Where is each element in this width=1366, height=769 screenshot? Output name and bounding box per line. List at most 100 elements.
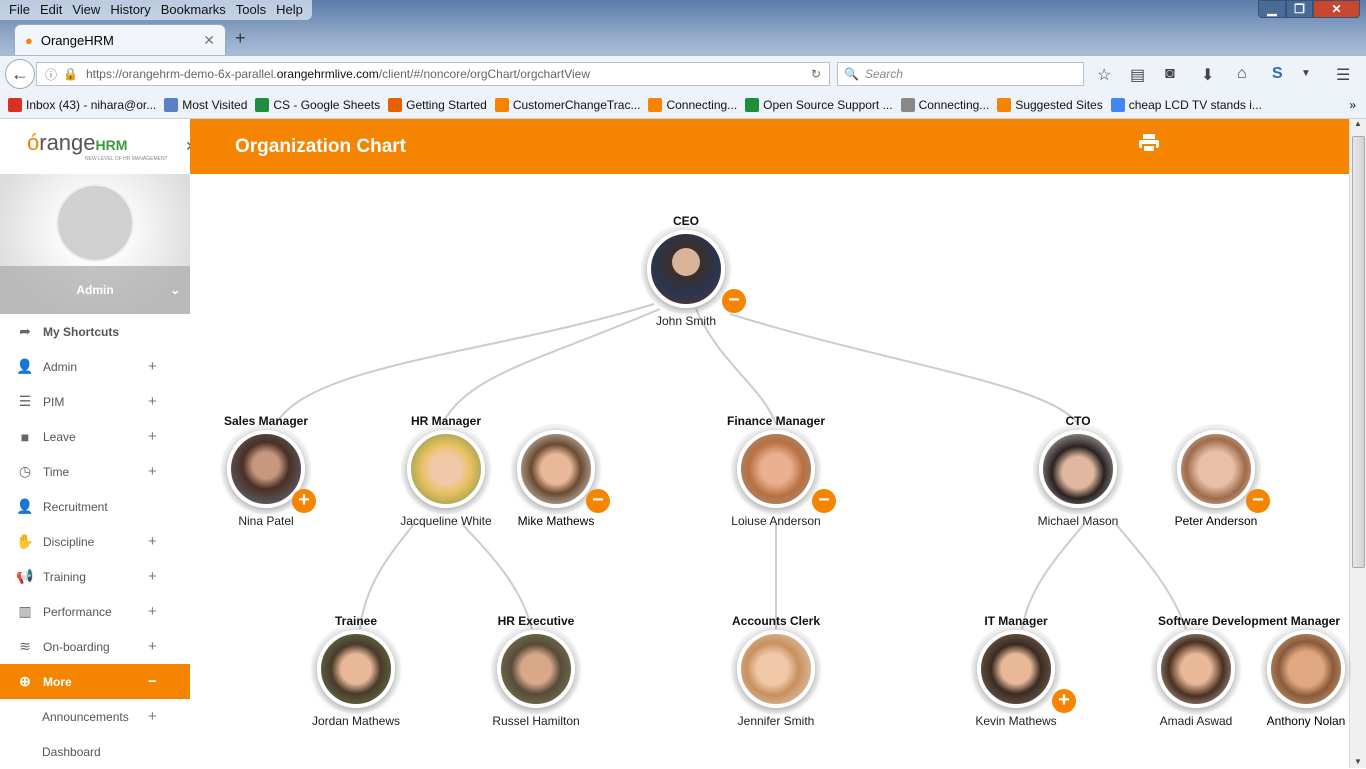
sidebar-item-announcements[interactable]: Announcements + bbox=[0, 699, 190, 734]
bookmark-item[interactable]: Suggested Sites bbox=[997, 97, 1103, 112]
employee-photo bbox=[737, 630, 815, 708]
url-bar[interactable]: ⓘ 🔒 https://orangehrm-demo-6x-parallel. o… bbox=[36, 62, 830, 86]
browser-tab[interactable]: ● OrangeHRM ✕ bbox=[14, 24, 226, 55]
collapse-toggle[interactable]: − bbox=[812, 489, 836, 513]
expand-icon[interactable]: + bbox=[148, 708, 157, 725]
expand-icon[interactable]: + bbox=[148, 533, 157, 550]
sidebar-item-training[interactable]: 📢 Training + bbox=[0, 559, 190, 594]
node-name: Loiuse Anderson bbox=[731, 514, 821, 528]
sidebar-item-label: Admin bbox=[43, 359, 78, 374]
expand-icon[interactable]: + bbox=[148, 428, 157, 445]
collapse-toggle[interactable]: − bbox=[722, 289, 746, 313]
bookmark-item[interactable]: Getting Started bbox=[388, 97, 487, 112]
home-icon[interactable]: ⌂ bbox=[1237, 65, 1247, 83]
sidebar-item-leave[interactable]: ■ Leave + bbox=[0, 419, 190, 454]
menu-tools[interactable]: Tools bbox=[231, 0, 271, 20]
extension-dropdown-icon[interactable]: ▼ bbox=[1301, 68, 1311, 79]
back-button[interactable]: ← bbox=[5, 59, 35, 89]
node-name: Anthony Nolan bbox=[1266, 714, 1346, 728]
minimize-button[interactable]: ▁ bbox=[1258, 0, 1286, 18]
collapse-toggle[interactable]: − bbox=[586, 489, 610, 513]
menu-bookmarks[interactable]: Bookmarks bbox=[156, 0, 231, 20]
menu-help[interactable]: Help bbox=[271, 0, 308, 20]
expand-icon[interactable]: + bbox=[148, 393, 157, 410]
expand-toggle[interactable]: + bbox=[1052, 689, 1076, 713]
org-node-it-manager[interactable]: IT Manager Kevin Mathews + bbox=[926, 614, 1106, 728]
org-node-cto[interactable]: CTO Michael Mason bbox=[988, 414, 1168, 528]
search-input[interactable]: 🔍 Search bbox=[837, 62, 1084, 86]
expand-icon[interactable]: + bbox=[148, 603, 157, 620]
expand-icon[interactable]: + bbox=[148, 638, 157, 655]
close-window-button[interactable]: ✕ bbox=[1313, 0, 1360, 18]
bookmark-item[interactable]: Open Source Support ... bbox=[745, 97, 893, 112]
bookmark-item[interactable]: CustomerChangeTrac... bbox=[494, 97, 640, 112]
suggested-sites-icon bbox=[997, 97, 1012, 112]
org-node-cto-peer[interactable]: Peter Anderson − bbox=[1161, 430, 1271, 528]
sidebar-item-admin[interactable]: 👤 Admin + bbox=[0, 349, 190, 384]
bookmark-item[interactable]: cheap LCD TV stands i... bbox=[1110, 97, 1262, 112]
scroll-up-arrow[interactable]: ▲ bbox=[1350, 119, 1366, 128]
bookmark-item[interactable]: CS - Google Sheets bbox=[255, 97, 380, 112]
sidebar-item-dashboard[interactable]: Dashboard bbox=[0, 734, 190, 769]
extension-icon[interactable]: S bbox=[1272, 65, 1283, 83]
sidebar-item-label: More bbox=[43, 674, 72, 689]
menu-view[interactable]: View bbox=[67, 0, 105, 20]
reading-list-icon[interactable]: ▤ bbox=[1130, 65, 1145, 85]
pocket-icon[interactable]: ◙ bbox=[1165, 65, 1175, 83]
collapse-icon[interactable]: − bbox=[148, 673, 157, 690]
expand-toggle[interactable]: + bbox=[292, 489, 316, 513]
bookmark-star-icon[interactable]: ☆ bbox=[1097, 65, 1111, 85]
sheets-icon bbox=[745, 97, 760, 112]
employee-photo bbox=[647, 230, 725, 308]
sidebar-item-icon: ☰ bbox=[18, 393, 32, 409]
info-icon[interactable]: ⓘ bbox=[45, 66, 57, 83]
node-name: Mike Mathews bbox=[517, 514, 595, 528]
sidebar-item-label: Dashboard bbox=[42, 744, 101, 759]
print-icon[interactable] bbox=[1138, 133, 1160, 153]
node-name: Nina Patel bbox=[238, 514, 294, 528]
bookmark-item[interactable]: Connecting... bbox=[900, 97, 989, 112]
node-title: Finance Manager bbox=[726, 414, 826, 428]
scroll-down-arrow[interactable]: ▼ bbox=[1350, 757, 1366, 766]
org-node-hr-peer[interactable]: Mike Mathews − bbox=[501, 430, 611, 528]
org-node-finance-manager[interactable]: Finance Manager Loiuse Anderson − bbox=[686, 414, 866, 528]
sidebar-item-time[interactable]: ◷ Time + bbox=[0, 454, 190, 489]
reload-icon[interactable]: ↻ bbox=[811, 67, 821, 81]
org-node-sales-manager[interactable]: Sales Manager Nina Patel + bbox=[176, 414, 356, 528]
sidebar-item-pim[interactable]: ☰ PIM + bbox=[0, 384, 190, 419]
orangehrm-logo: órangeHRM NEW LEVEL OF HR MANAGEMENT bbox=[27, 129, 168, 162]
bookmarks-overflow-icon[interactable]: » bbox=[1349, 98, 1356, 112]
bookmark-item[interactable]: Most Visited bbox=[164, 97, 247, 112]
connector-ceo-cto bbox=[729, 313, 1079, 425]
org-node-ceo[interactable]: CEO John Smith − bbox=[596, 214, 776, 328]
user-menu[interactable]: Admin ⌄ bbox=[0, 266, 190, 314]
menu-file[interactable]: File bbox=[4, 0, 35, 20]
sidebar-item-performance[interactable]: ▥ Performance + bbox=[0, 594, 190, 629]
sidebar-item-icon: ◷ bbox=[18, 463, 32, 479]
collapse-toggle[interactable]: − bbox=[1246, 489, 1270, 513]
bookmark-item[interactable]: Inbox (43) - nihara@or... bbox=[8, 97, 156, 112]
sidebar-item-discipline[interactable]: ✋ Discipline + bbox=[0, 524, 190, 559]
menu-edit[interactable]: Edit bbox=[35, 0, 67, 20]
node-name: Jordan Mathews bbox=[311, 714, 401, 728]
expand-icon[interactable]: + bbox=[148, 568, 157, 585]
download-icon[interactable]: ⬇ bbox=[1201, 65, 1214, 85]
scrollbar-thumb[interactable] bbox=[1352, 136, 1365, 568]
sidebar-item-recruitment[interactable]: 👤 Recruitment bbox=[0, 489, 190, 524]
org-node-sdm-peer[interactable]: Anthony Nolan bbox=[1251, 630, 1361, 728]
sidebar-item-my-shortcuts[interactable]: ➦ My Shortcuts bbox=[0, 314, 190, 349]
hamburger-menu-icon[interactable]: ☰ bbox=[1336, 65, 1350, 85]
bookmark-item[interactable]: Connecting... bbox=[648, 97, 737, 112]
org-node-trainee[interactable]: Trainee Jordan Mathews bbox=[266, 614, 446, 728]
employee-photo bbox=[407, 430, 485, 508]
org-node-accounts-clerk[interactable]: Accounts Clerk Jennifer Smith bbox=[686, 614, 866, 728]
expand-icon[interactable]: + bbox=[148, 358, 157, 375]
close-tab-icon[interactable]: ✕ bbox=[203, 32, 215, 49]
sidebar-item-on-boarding[interactable]: ≋ On-boarding + bbox=[0, 629, 190, 664]
restore-button[interactable]: ❐ bbox=[1286, 0, 1313, 18]
org-node-hr-executive[interactable]: HR Executive Russel Hamilton bbox=[446, 614, 626, 728]
menu-history[interactable]: History bbox=[105, 0, 155, 20]
sidebar-item-more[interactable]: ⊕ More − bbox=[0, 664, 190, 699]
expand-icon[interactable]: + bbox=[148, 463, 157, 480]
new-tab-button[interactable]: + bbox=[235, 28, 246, 49]
